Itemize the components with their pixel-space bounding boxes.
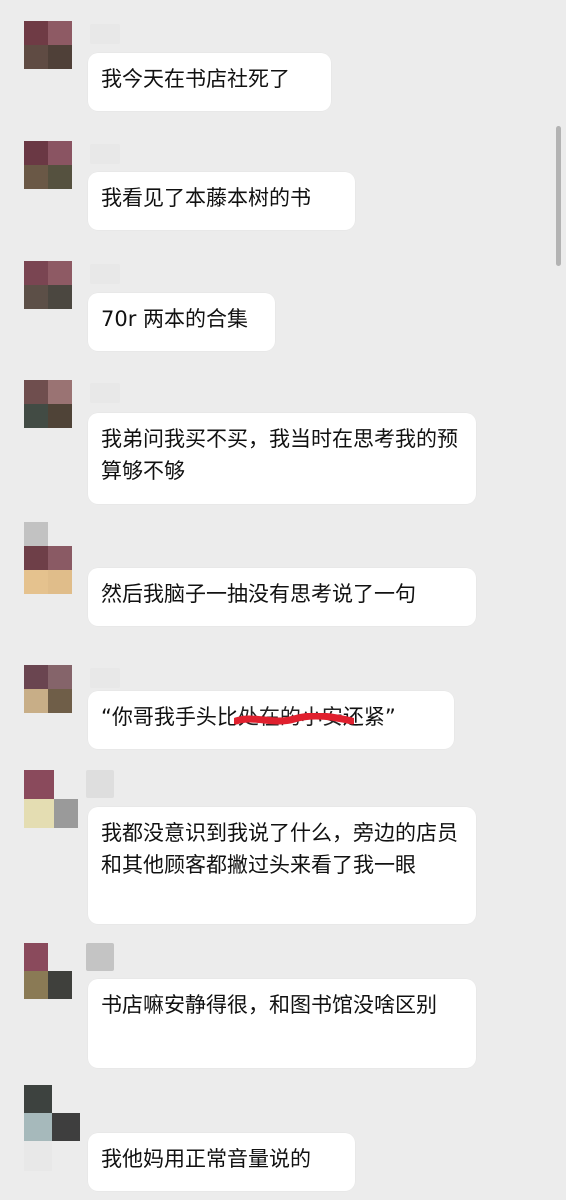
message-text: 我都没意识到我说了什么，旁边的店员和其他顾客都撇过头来看了我一眼	[101, 821, 458, 877]
avatar[interactable]	[24, 665, 72, 713]
message-bubble[interactable]: 书店嘛安静得很，和图书馆没啥区别	[88, 979, 476, 1068]
message-text-before: “你哥我手头比	[101, 705, 238, 729]
avatar[interactable]	[24, 1085, 80, 1171]
message-text-after: 还紧”	[342, 705, 396, 729]
message-text: 我他妈用正常音量说的	[101, 1147, 311, 1171]
sender-name-blurred	[90, 144, 120, 164]
message-bubble[interactable]: 然后我脑子一抽没有思考说了一句	[88, 568, 476, 626]
message-text: 我看见了本藤本树的书	[101, 186, 311, 210]
sender-name-blurred	[90, 24, 120, 44]
message-text: 70r 两本的合集	[101, 307, 249, 331]
message-bubble[interactable]: 我今天在书店社死了	[88, 53, 331, 111]
avatar[interactable]	[24, 943, 72, 999]
avatar[interactable]	[24, 522, 72, 594]
avatar[interactable]	[24, 770, 78, 828]
message-bubble[interactable]: 我他妈用正常音量说的	[88, 1133, 355, 1191]
avatar[interactable]	[24, 21, 72, 69]
sender-name-blurred	[86, 770, 114, 798]
message-bubble[interactable]: 我弟问我买不买，我当时在思考我的预算够不够	[88, 413, 476, 504]
avatar[interactable]	[24, 380, 72, 428]
sender-name-blurred	[86, 943, 114, 971]
avatar[interactable]	[24, 261, 72, 309]
message-text: 我弟问我买不买，我当时在思考我的预算够不够	[101, 427, 458, 483]
message-text: 然后我脑子一抽没有思考说了一句	[101, 582, 416, 606]
scribbled-text: 处在的小安	[233, 701, 354, 733]
avatar[interactable]	[24, 141, 72, 189]
sender-name-blurred	[90, 668, 120, 688]
sender-name-blurred	[90, 264, 120, 284]
sender-name-blurred	[90, 383, 120, 403]
message-bubble[interactable]: 70r 两本的合集	[88, 293, 275, 351]
message-bubble[interactable]: 我看见了本藤本树的书	[88, 172, 355, 230]
chat-scrollbar[interactable]	[556, 126, 561, 266]
message-bubble[interactable]: 我都没意识到我说了什么，旁边的店员和其他顾客都撇过头来看了我一眼	[88, 807, 476, 924]
message-text: 书店嘛安静得很，和图书馆没啥区别	[101, 993, 437, 1017]
message-text: 我今天在书店社死了	[101, 67, 290, 91]
message-bubble[interactable]: “你哥我手头比处在的小安 还紧”	[88, 691, 454, 749]
